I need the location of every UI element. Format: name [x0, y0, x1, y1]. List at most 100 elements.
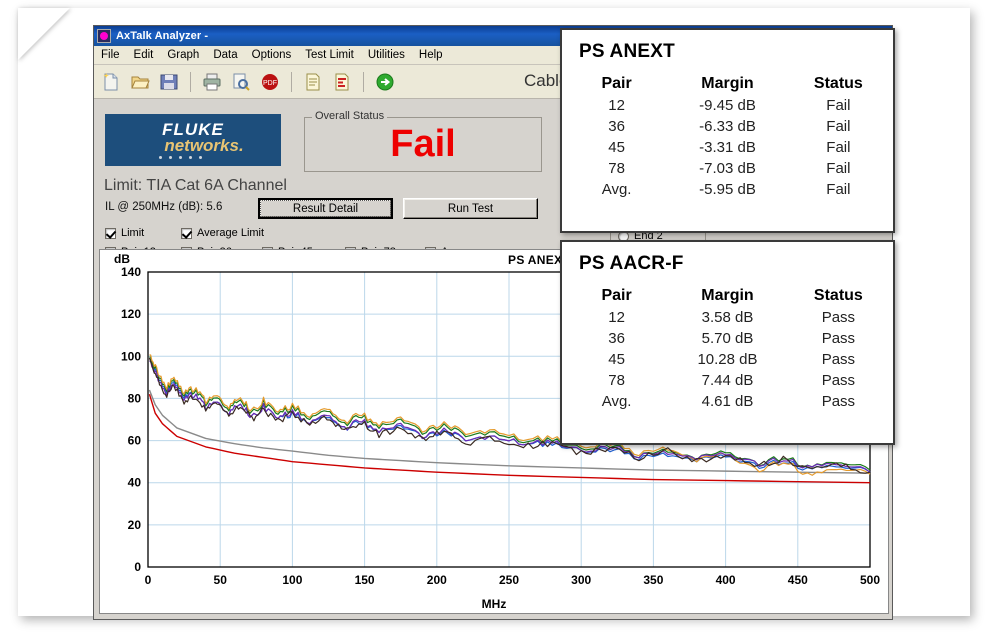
table-row: 45 10.28 dB Pass [562, 349, 893, 370]
checkbox-limit[interactable]: Limit [105, 227, 144, 239]
result-table: Pair Margin Status 12 3.58 dB Pass 36 5.70 … [562, 285, 893, 412]
svg-text:80: 80 [128, 391, 142, 405]
insertion-loss-text: IL @ 250MHz (dB): 5.6 [105, 201, 223, 213]
column-header-margin: Margin [701, 75, 754, 92]
svg-text:100: 100 [282, 573, 302, 587]
svg-text:200: 200 [427, 573, 447, 587]
print-icon[interactable] [200, 70, 224, 94]
svg-text:50: 50 [214, 573, 228, 587]
ps-anext-result-panel: PS ANEXT Pair Margin Status 12 -9.45 dB Fa… [560, 28, 895, 233]
svg-text:0: 0 [134, 560, 141, 574]
menu-item-help[interactable]: Help [419, 49, 443, 61]
new-document-icon[interactable] [99, 70, 123, 94]
table-row: Avg. -5.95 dB Fail [562, 179, 893, 200]
pdf-icon[interactable]: PDF [258, 70, 282, 94]
svg-text:150: 150 [355, 573, 375, 587]
table-header-row: Pair Margin Status [562, 285, 893, 307]
limit-text: Limit: TIA Cat 6A Channel [104, 177, 287, 194]
toolbar-separator-3 [363, 71, 364, 92]
bar-report-icon[interactable] [330, 70, 354, 94]
menu-item-test-limit[interactable]: Test Limit [305, 49, 354, 61]
svg-text:0: 0 [145, 573, 152, 587]
svg-text:250: 250 [499, 573, 519, 587]
toolbar-separator-1 [190, 71, 191, 92]
table-row: Avg. 4.61 dB Pass [562, 391, 893, 412]
menu-item-utilities[interactable]: Utilities [368, 49, 405, 61]
svg-text:300: 300 [571, 573, 591, 587]
cell-status: Pass [821, 351, 856, 368]
svg-text:100: 100 [121, 349, 141, 363]
table-body: 12 -9.45 dB Fail 36 -6.33 dB Fail 45 -3.31 dB… [562, 95, 893, 200]
cell-pair: 78 [608, 160, 625, 177]
cell-pair: Avg. [601, 181, 632, 198]
overall-status-label: Overall Status [312, 110, 388, 122]
print-preview-icon[interactable] [229, 70, 253, 94]
logo-dots [158, 156, 202, 159]
cell-margin: -5.95 dB [699, 181, 756, 198]
table-row: 12 -9.45 dB Fail [562, 95, 893, 116]
table-body: 12 3.58 dB Pass 36 5.70 dB Pass 45 10.28 dB Pa… [562, 307, 893, 412]
table-header-row: Pair Margin Status [562, 73, 893, 95]
menu-item-graph[interactable]: Graph [167, 49, 199, 61]
report-icon[interactable] [301, 70, 325, 94]
cell-pair: 78 [608, 372, 625, 389]
cell-margin: -7.03 dB [699, 160, 756, 177]
cell-pair: 12 [608, 309, 625, 326]
overall-status-group: Overall Status Fail [304, 110, 542, 172]
menu-item-data[interactable]: Data [213, 49, 237, 61]
window-title: AxTalk Analyzer - [116, 30, 209, 42]
table-row: 78 7.44 dB Pass [562, 370, 893, 391]
table-row: 36 5.70 dB Pass [562, 328, 893, 349]
cell-status: Pass [821, 393, 856, 410]
cell-status: Fail [826, 160, 851, 177]
menu-item-file[interactable]: File [101, 49, 120, 61]
menu-item-edit[interactable]: Edit [134, 49, 154, 61]
panel-title: PS ANEXT [579, 41, 675, 62]
svg-text:20: 20 [128, 518, 142, 532]
cell-margin: -3.31 dB [699, 139, 756, 156]
menu-item-options[interactable]: Options [252, 49, 292, 61]
toolbar-separator-2 [291, 71, 292, 92]
column-header-margin: Margin [701, 287, 754, 304]
svg-text:450: 450 [788, 573, 808, 587]
cell-status: Pass [821, 309, 856, 326]
result-detail-label: Result Detail [260, 200, 391, 217]
svg-text:40: 40 [128, 476, 142, 490]
checkbox-icon[interactable] [105, 227, 116, 239]
run-test-button[interactable]: Run Test [403, 198, 538, 219]
cell-pair: 36 [608, 118, 625, 135]
cell-pair: 12 [608, 97, 625, 114]
table-row: 45 -3.31 dB Fail [562, 137, 893, 158]
column-header-status: Status [813, 287, 863, 304]
column-header-pair: Pair [601, 75, 632, 92]
page-corner-fold [18, 8, 70, 60]
svg-text:500: 500 [860, 573, 880, 587]
cell-pair: 36 [608, 330, 625, 347]
cell-margin: -9.45 dB [699, 97, 756, 114]
svg-text:60: 60 [128, 434, 142, 448]
column-header-status: Status [813, 75, 863, 92]
result-table: Pair Margin Status 12 -9.45 dB Fail 36 -6.3… [562, 73, 893, 200]
checkbox-average-limit[interactable]: Average Limit [181, 227, 264, 239]
cell-status: Fail [826, 139, 851, 156]
table-row: 12 3.58 dB Pass [562, 307, 893, 328]
cell-status: Fail [826, 181, 851, 198]
cell-margin: 5.70 dB [701, 330, 754, 347]
svg-text:140: 140 [121, 265, 141, 279]
checkbox-average-limit-label: Average Limit [197, 227, 265, 239]
table-row: 78 -7.03 dB Fail [562, 158, 893, 179]
cell-margin: 3.58 dB [701, 309, 754, 326]
open-folder-icon[interactable] [128, 70, 152, 94]
cell-margin: -6.33 dB [699, 118, 756, 135]
cell-margin: 7.44 dB [701, 372, 754, 389]
checkbox-icon[interactable] [181, 227, 192, 239]
save-disk-icon[interactable] [157, 70, 181, 94]
run-arrow-icon[interactable] [373, 70, 397, 94]
cell-status: Fail [826, 97, 851, 114]
overall-status-value: Fail [390, 123, 456, 165]
cell-pair: 45 [608, 139, 625, 156]
svg-text:PDF: PDF [263, 80, 277, 87]
panel-title: PS AACR-F [579, 253, 684, 274]
table-row: 36 -6.33 dB Fail [562, 116, 893, 137]
result-detail-button[interactable]: Result Detail [258, 198, 393, 219]
